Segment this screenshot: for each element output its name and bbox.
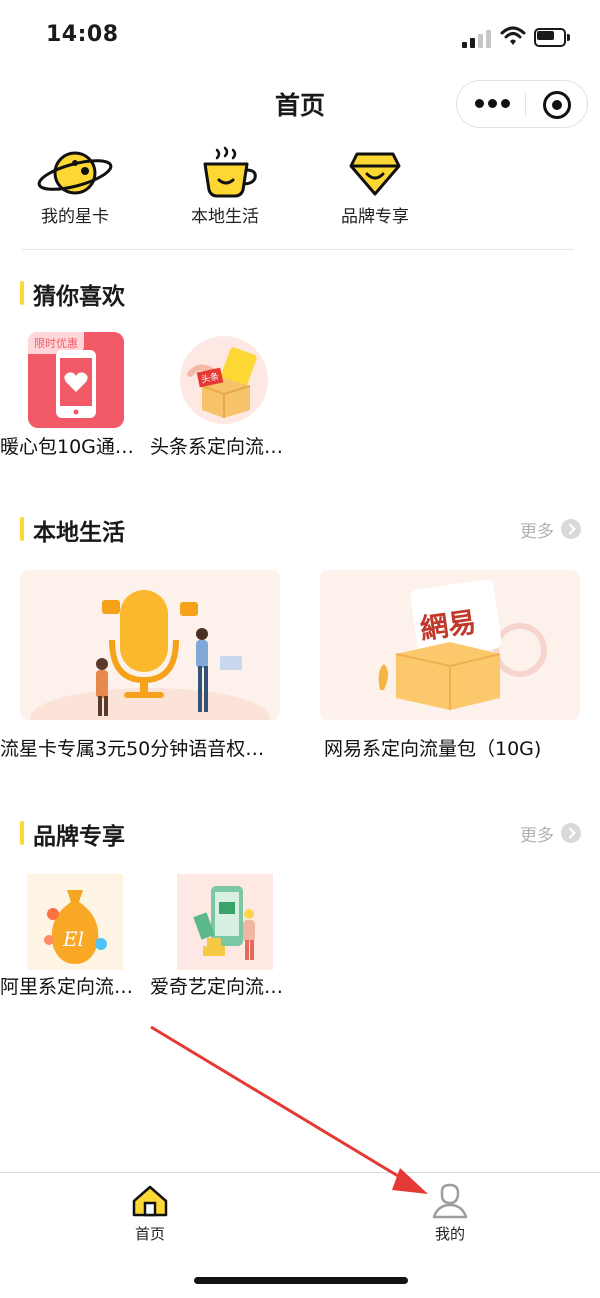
quick-link-label: 本地生活 <box>191 207 259 227</box>
product-thumbnail <box>177 874 273 970</box>
quick-link-label: 我的星卡 <box>41 207 109 227</box>
home-icon <box>132 1185 168 1217</box>
product-thumbnail: 網易 <box>320 570 580 720</box>
tab-label: 我的 <box>434 1225 465 1243</box>
phone-heart-icon <box>56 350 96 418</box>
close-miniprogram-icon[interactable] <box>543 91 571 119</box>
money-bag-icon: El <box>44 890 107 964</box>
chevron-right-icon[interactable] <box>561 823 581 843</box>
product-label: 阿里系定向流… <box>0 976 134 998</box>
quick-link-local-life[interactable]: 本地生活 <box>170 146 280 230</box>
microphone-illustration <box>30 590 270 720</box>
tab-mine[interactable]: 我的 <box>390 1181 510 1245</box>
product-label: 流星卡专属3元50分钟语音权… <box>0 738 265 760</box>
box-icon <box>187 347 257 418</box>
more-link-local[interactable]: 更多 <box>520 517 554 542</box>
product-label: 爱奇艺定向流… <box>150 976 284 998</box>
product-card-alibaba[interactable]: El 阿里系定向流… <box>0 872 150 1000</box>
quick-link-my-star-card[interactable]: 我的星卡 <box>20 146 130 230</box>
section-accent-bar <box>20 281 24 305</box>
product-card-toutiao[interactable]: 头条 头条系定向流… <box>150 330 300 460</box>
product-card-warm-heart[interactable]: 限时优惠 暖心包10G通… <box>0 330 150 460</box>
product-label: 暖心包10G通… <box>0 436 134 458</box>
product-card-iqiyi[interactable]: 爱奇艺定向流… <box>150 872 300 1000</box>
diamond-icon <box>349 152 401 196</box>
tab-label: 首页 <box>134 1225 165 1243</box>
product-thumbnail: 头条 <box>180 336 268 424</box>
section-accent-bar <box>20 517 24 541</box>
status-time: 14:08 <box>46 22 119 47</box>
product-label: 头条系定向流… <box>150 436 284 458</box>
box-illustration <box>378 579 547 710</box>
coffee-cup-icon <box>203 146 257 198</box>
quick-link-brand-exclusive[interactable]: 品牌专享 <box>320 146 430 230</box>
tab-home[interactable]: 首页 <box>90 1181 210 1245</box>
miniprogram-capsule <box>456 80 588 128</box>
product-thumbnail: 限时优惠 <box>28 332 124 428</box>
product-card-netease[interactable]: 網易 网易系定向流量包（10G) <box>300 568 600 764</box>
signal-icon <box>462 28 492 48</box>
capsule-divider <box>525 93 526 117</box>
user-icon <box>432 1183 468 1219</box>
product-thumbnail: El <box>27 874 123 970</box>
home-indicator <box>194 1277 408 1284</box>
planet-icon <box>37 151 113 195</box>
chevron-right-icon[interactable] <box>561 519 581 539</box>
product-label: 网易系定向流量包（10G) <box>324 738 542 760</box>
netease-logo: 網易 <box>418 605 479 646</box>
divider <box>22 249 574 250</box>
product-card-voice[interactable]: 流星卡专属3元50分钟语音权… <box>0 568 300 764</box>
more-options-icon[interactable] <box>475 99 510 109</box>
status-bar: 14:08 <box>0 0 600 78</box>
quick-link-label: 品牌专享 <box>341 207 409 227</box>
section-accent-bar <box>20 821 24 845</box>
product-thumbnail <box>20 570 280 720</box>
wifi-icon <box>500 24 526 48</box>
battery-icon <box>534 28 570 47</box>
more-link-brand[interactable]: 更多 <box>520 821 554 846</box>
section-title-guess: 猜你喜欢 <box>33 284 125 310</box>
section-title-local: 本地生活 <box>33 520 125 546</box>
phone-illustration <box>193 886 255 960</box>
section-title-brand: 品牌专享 <box>33 824 125 850</box>
svg-text:El: El <box>62 927 84 951</box>
